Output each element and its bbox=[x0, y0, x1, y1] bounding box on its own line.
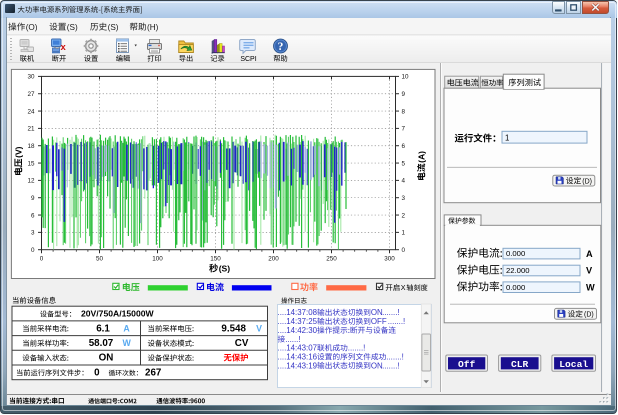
svg-text:(D): (D) bbox=[584, 312, 594, 319]
svg-text:12: 12 bbox=[27, 178, 35, 185]
svg-text:X: X bbox=[401, 283, 406, 292]
svg-text:Local: Local bbox=[559, 359, 588, 370]
svg-text:(S): (S) bbox=[108, 23, 119, 32]
svg-text:....14:37:08: ....14:37:08 bbox=[278, 308, 318, 317]
svg-text:5: 5 bbox=[402, 160, 406, 167]
svg-text:1: 1 bbox=[402, 230, 406, 237]
svg-text:OFF: OFF bbox=[371, 317, 387, 326]
svg-text:(H): (H) bbox=[147, 23, 159, 32]
svg-text:.......!: .......! bbox=[348, 344, 366, 353]
svg-text:6.1: 6.1 bbox=[96, 323, 110, 334]
svg-text:(S): (S) bbox=[67, 23, 78, 32]
svg-text:3: 3 bbox=[31, 230, 35, 237]
svg-text:6: 6 bbox=[402, 143, 406, 150]
svg-text:22.000: 22.000 bbox=[506, 266, 530, 275]
svg-text:0: 0 bbox=[402, 247, 406, 254]
svg-text:15: 15 bbox=[27, 160, 35, 167]
svg-text:8: 8 bbox=[402, 108, 406, 115]
svg-text:W: W bbox=[122, 338, 131, 348]
svg-text:4: 4 bbox=[402, 178, 406, 185]
svg-text:....14:43:19: ....14:43:19 bbox=[278, 361, 318, 370]
svg-text:150: 150 bbox=[210, 256, 221, 263]
svg-text:7: 7 bbox=[402, 126, 406, 133]
svg-text:10: 10 bbox=[402, 74, 410, 81]
svg-text:6: 6 bbox=[31, 212, 35, 219]
svg-text:.......!: .......! bbox=[388, 317, 406, 326]
svg-text:(S): (S) bbox=[219, 264, 231, 274]
svg-text:27: 27 bbox=[27, 91, 35, 98]
svg-text:....14:37:25: ....14:37:25 bbox=[278, 317, 318, 326]
svg-text:20V/750A/15000W: 20V/750A/15000W bbox=[81, 309, 155, 319]
svg-text:1: 1 bbox=[505, 133, 509, 142]
svg-text:50: 50 bbox=[96, 256, 104, 263]
svg-text:200: 200 bbox=[268, 256, 279, 263]
svg-text:9.548: 9.548 bbox=[221, 323, 246, 334]
svg-text:CV: CV bbox=[235, 338, 249, 349]
svg-text:0: 0 bbox=[94, 367, 100, 378]
svg-text:....14:43:07: ....14:43:07 bbox=[278, 344, 317, 353]
svg-text:ON: ON bbox=[99, 353, 114, 364]
svg-text:0.000: 0.000 bbox=[506, 249, 525, 258]
svg-text:.......!: .......! bbox=[386, 352, 404, 361]
svg-text:(A): (A) bbox=[417, 151, 427, 163]
svg-text:300: 300 bbox=[384, 256, 395, 263]
svg-text:Off: Off bbox=[458, 359, 476, 370]
svg-text:V: V bbox=[586, 266, 593, 276]
svg-text:CLR: CLR bbox=[511, 359, 529, 370]
svg-text:(D): (D) bbox=[582, 179, 592, 186]
svg-text:3: 3 bbox=[402, 195, 406, 202]
svg-text:9: 9 bbox=[402, 91, 406, 98]
svg-text:(V): (V) bbox=[14, 146, 24, 158]
svg-text:W: W bbox=[586, 282, 595, 292]
svg-text:21: 21 bbox=[27, 126, 35, 133]
svg-text:....14:42:30: ....14:42:30 bbox=[278, 326, 318, 335]
svg-text:58.07: 58.07 bbox=[89, 338, 114, 349]
svg-text:......!: ......! bbox=[285, 335, 300, 344]
svg-text:18: 18 bbox=[27, 143, 35, 150]
svg-text:0: 0 bbox=[31, 247, 35, 254]
svg-text:0: 0 bbox=[40, 256, 44, 263]
svg-text:30: 30 bbox=[27, 74, 35, 81]
svg-text:100: 100 bbox=[152, 256, 163, 263]
svg-text:267: 267 bbox=[145, 367, 162, 378]
svg-text:....14:43:16: ....14:43:16 bbox=[278, 352, 318, 361]
svg-text:(O): (O) bbox=[26, 23, 38, 32]
svg-text:A: A bbox=[123, 323, 130, 333]
svg-text:SCPI: SCPI bbox=[240, 56, 256, 63]
svg-text:2: 2 bbox=[402, 212, 406, 219]
svg-text:.......!: .......! bbox=[382, 361, 400, 370]
svg-text:24: 24 bbox=[27, 108, 35, 115]
svg-text:250: 250 bbox=[326, 256, 337, 263]
svg-text:?: ? bbox=[278, 41, 284, 53]
svg-text:0.000: 0.000 bbox=[506, 283, 525, 292]
svg-text:.......!: .......! bbox=[382, 308, 400, 317]
svg-text:A: A bbox=[586, 249, 593, 259]
svg-text:x: x bbox=[61, 42, 67, 53]
svg-text:V: V bbox=[256, 323, 262, 333]
svg-text:9: 9 bbox=[31, 195, 35, 202]
